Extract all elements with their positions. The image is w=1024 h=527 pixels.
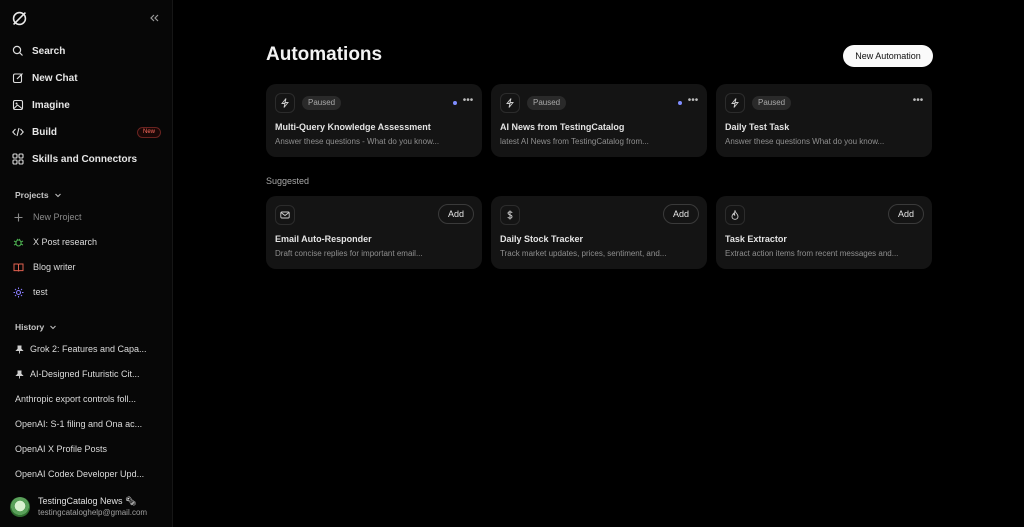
suggested-card[interactable]: Add Task Extractor Extract action items … xyxy=(716,196,932,269)
status-badge: Paused xyxy=(527,96,567,110)
add-button[interactable]: Add xyxy=(663,204,699,224)
add-button[interactable]: Add xyxy=(438,204,474,224)
history-item[interactable]: OpenAI: S-1 filing and Ona ac... xyxy=(15,416,160,432)
automation-card[interactable]: Paused ••• Daily Test Task Answer these … xyxy=(716,84,932,157)
dollar-icon xyxy=(507,210,513,220)
bug-icon xyxy=(13,238,24,247)
grid-icon xyxy=(12,153,24,165)
user-email: testingcataloghelp@gmail.com xyxy=(38,508,148,517)
project-label: test xyxy=(33,287,48,297)
project-label: X Post research xyxy=(33,237,98,247)
suggested-description: Draft concise replies for important emai… xyxy=(275,249,423,258)
nav-skills-connectors[interactable]: Skills and Connectors xyxy=(12,150,137,168)
automation-card[interactable]: Paused ••• Multi-Query Knowledge Assessm… xyxy=(266,84,482,157)
automation-icon-box xyxy=(500,93,520,113)
suggested-header: Suggested xyxy=(266,176,310,186)
collapse-sidebar-icon[interactable] xyxy=(148,12,160,24)
chevron-down-icon xyxy=(50,325,57,330)
sidebar: Search New Chat Imagine Build New Skills… xyxy=(0,0,173,527)
lightning-icon xyxy=(281,98,289,108)
project-item-x-post-research[interactable]: X Post research xyxy=(13,234,97,250)
new-badge: New xyxy=(137,127,162,138)
avatar xyxy=(10,497,30,517)
history-item-label: Anthropic export controls foll... xyxy=(15,394,137,404)
nav-build-label: Build xyxy=(32,126,57,138)
nav-search[interactable]: Search xyxy=(12,42,65,60)
suggested-title: Task Extractor xyxy=(725,234,787,244)
history-item-label: AI-Designed Futuristic Cit... xyxy=(30,369,140,379)
suggested-card[interactable]: Add Daily Stock Tracker Track market upd… xyxy=(491,196,707,269)
new-project-label: New Project xyxy=(33,212,82,222)
pin-icon xyxy=(15,345,24,353)
project-item-test[interactable]: test xyxy=(13,284,48,300)
history-item-label: OpenAI X Profile Posts xyxy=(15,444,108,454)
automation-description: Answer these questions - What do you kno… xyxy=(275,137,440,146)
automation-title: Daily Test Task xyxy=(725,122,790,132)
new-project-item[interactable]: New Project xyxy=(13,209,82,225)
history-item-label: Grok 2: Features and Capa... xyxy=(30,344,147,354)
nav-imagine[interactable]: Imagine xyxy=(12,96,70,114)
grok-logo-icon[interactable] xyxy=(11,10,28,27)
history-item-label: OpenAI Codex Developer Upd... xyxy=(15,469,145,479)
nav-skills-label: Skills and Connectors xyxy=(32,153,138,165)
suggested-title: Email Auto-Responder xyxy=(275,234,372,244)
code-icon xyxy=(12,127,24,137)
search-icon xyxy=(12,45,23,56)
status-badge: Paused xyxy=(302,96,342,110)
sun-icon xyxy=(13,287,24,297)
lightning-icon xyxy=(731,98,739,108)
more-options-icon[interactable]: ••• xyxy=(462,96,474,110)
automation-title: AI News from TestingCatalog xyxy=(500,122,625,132)
edit-icon xyxy=(12,73,23,84)
nav-search-label: Search xyxy=(32,45,66,57)
suggested-title: Daily Stock Tracker xyxy=(500,234,584,244)
user-profile[interactable]: TestingCatalog News 🗞 testingcataloghelp… xyxy=(8,495,166,521)
automation-description: latest AI News from TestingCatalog from.… xyxy=(500,137,649,146)
user-name: TestingCatalog News 🗞 xyxy=(38,496,137,506)
automation-description: Answer these questions What do you know.… xyxy=(725,137,885,146)
status-badge: Paused xyxy=(752,96,792,110)
unread-dot xyxy=(678,101,682,105)
book-icon xyxy=(13,263,24,272)
automation-icon-box xyxy=(275,93,295,113)
history-header-label: History xyxy=(15,322,45,332)
nav-new-chat-label: New Chat xyxy=(32,72,78,84)
projects-header-label: Projects xyxy=(15,190,49,200)
nav-new-chat[interactable]: New Chat xyxy=(12,69,78,87)
more-options-icon[interactable]: ••• xyxy=(912,96,924,110)
history-item[interactable]: OpenAI X Profile Posts xyxy=(15,441,160,457)
nav-build[interactable]: Build xyxy=(12,123,57,141)
history-item[interactable]: OpenAI Codex Developer Upd... xyxy=(15,466,160,482)
flame-icon xyxy=(731,210,739,220)
automation-icon-box xyxy=(725,93,745,113)
more-options-icon[interactable]: ••• xyxy=(687,96,699,110)
page-title: Automations xyxy=(266,44,383,65)
unread-dot xyxy=(453,101,457,105)
history-item[interactable]: Grok 2: Features and Capa... xyxy=(15,341,160,357)
nav-imagine-label: Imagine xyxy=(32,99,70,111)
image-icon xyxy=(12,99,24,111)
suggested-icon-box xyxy=(500,205,520,225)
history-item[interactable]: Anthropic export controls foll... xyxy=(15,391,160,407)
automation-title: Multi-Query Knowledge Assessment xyxy=(275,122,431,132)
suggested-description: Extract action items from recent message… xyxy=(725,249,899,258)
suggested-icon-box xyxy=(275,205,295,225)
project-item-blog-writer[interactable]: Blog writer xyxy=(13,259,76,275)
mail-icon xyxy=(280,211,290,219)
project-label: Blog writer xyxy=(33,262,76,272)
automation-card[interactable]: Paused ••• AI News from TestingCatalog l… xyxy=(491,84,707,157)
history-header[interactable]: History xyxy=(15,322,57,332)
suggested-description: Track market updates, prices, sentiment,… xyxy=(500,249,667,258)
suggested-icon-box xyxy=(725,205,745,225)
new-automation-button[interactable]: New Automation xyxy=(843,45,933,67)
lightning-icon xyxy=(506,98,514,108)
pin-icon xyxy=(15,370,24,378)
history-item[interactable]: AI-Designed Futuristic Cit... xyxy=(15,366,160,382)
suggested-card[interactable]: Add Email Auto-Responder Draft concise r… xyxy=(266,196,482,269)
plus-icon xyxy=(14,213,23,221)
projects-header[interactable]: Projects xyxy=(15,190,62,200)
history-item-label: OpenAI: S-1 filing and Ona ac... xyxy=(15,419,143,429)
chevron-down-icon xyxy=(54,193,61,198)
add-button[interactable]: Add xyxy=(888,204,924,224)
